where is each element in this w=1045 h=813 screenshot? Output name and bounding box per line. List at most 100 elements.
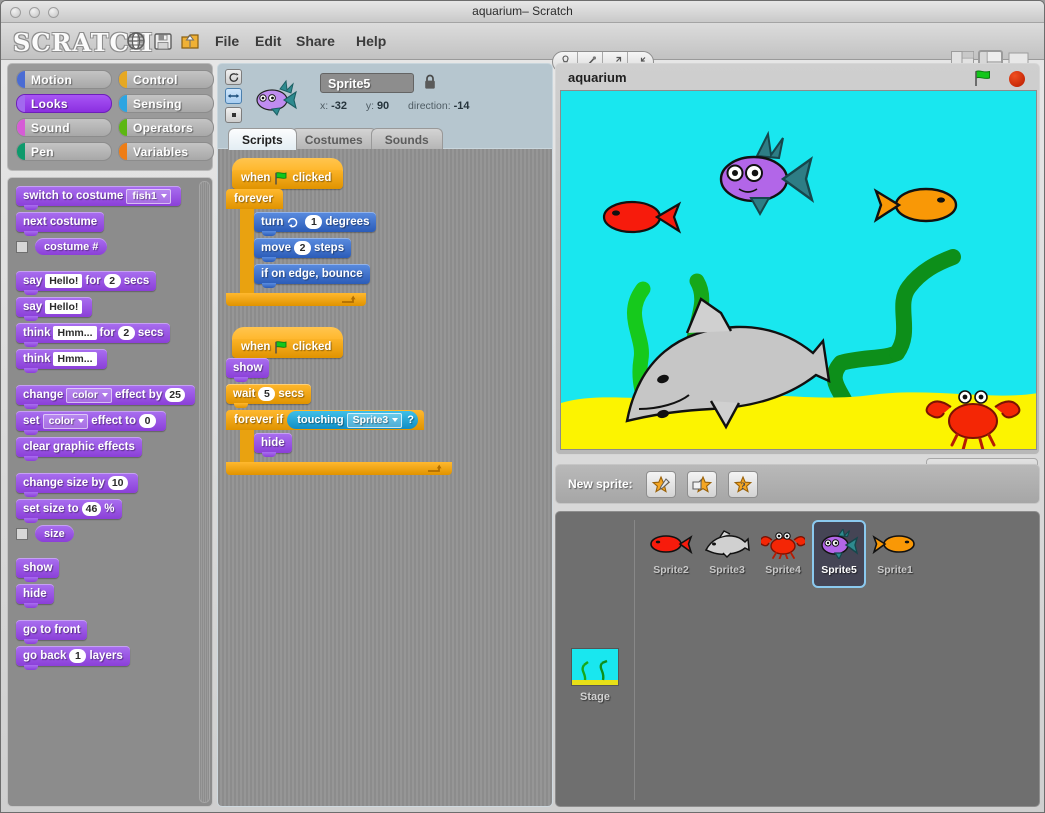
hat-when-green-flag-clicked-2[interactable]: when clicked <box>232 327 344 358</box>
rotate-flip-button[interactable] <box>225 88 242 104</box>
forever-label-row[interactable]: forever <box>226 189 283 209</box>
stage-canvas[interactable] <box>560 90 1037 450</box>
change-size-input[interactable]: 10 <box>107 476 128 490</box>
category-control[interactable]: Control <box>118 70 214 89</box>
palette-scrollbar[interactable] <box>199 181 210 803</box>
palette-block-show[interactable]: show <box>16 558 60 582</box>
stage-scene <box>561 91 1036 449</box>
surprise-sprite-button[interactable]: ? <box>728 471 758 498</box>
category-sound[interactable]: Sound <box>16 118 112 137</box>
block-label: wait <box>233 388 256 400</box>
think-text-input[interactable]: Hmm... <box>53 326 97 340</box>
tab-scripts[interactable]: Scripts <box>228 128 297 150</box>
block-hide[interactable]: hide <box>254 433 292 457</box>
menu-edit[interactable]: Edit <box>255 33 281 49</box>
category-pen[interactable]: Pen <box>16 142 112 161</box>
block-show[interactable]: show <box>226 358 270 382</box>
sprite-cell-sprite1[interactable]: Sprite1 <box>868 520 922 588</box>
sprite-name-field[interactable]: Sprite5 <box>320 73 414 93</box>
go-back-layers-input[interactable]: 1 <box>69 649 87 663</box>
category-motion[interactable]: Motion <box>16 70 112 89</box>
palette-block-think[interactable]: think Hmm... <box>16 349 107 373</box>
loop-arrow-icon <box>341 295 357 307</box>
palette-block-say-for-secs[interactable]: say Hello! for 2 secs <box>16 271 157 295</box>
block-move-steps[interactable]: move 2 steps <box>254 238 352 262</box>
palette-block-clear-effects[interactable]: clear graphic effects <box>16 437 142 461</box>
costume-number-checkbox[interactable] <box>16 240 28 253</box>
palette-block-say[interactable]: say Hello! <box>16 297 93 321</box>
category-motion-swatch <box>17 71 25 88</box>
sprite-cell-sprite4[interactable]: Sprite4 <box>756 520 810 588</box>
think-text-input-2[interactable]: Hmm... <box>53 352 97 366</box>
category-sensing-label: Sensing <box>133 96 182 111</box>
menu-share[interactable]: Share <box>296 33 335 49</box>
say-text-input-2[interactable]: Hello! <box>45 300 83 314</box>
sprite-cell-sprite5[interactable]: Sprite5 <box>812 520 866 588</box>
forever-if-label-row[interactable]: forever if touching Sprite3 ? <box>226 410 424 430</box>
script-1[interactable]: when clicked forever turn 1 degrees move… <box>226 158 452 307</box>
menu-help[interactable]: Help <box>356 33 386 49</box>
forever-if-block[interactable]: forever if touching Sprite3 ? hide <box>226 410 452 475</box>
effect-dropdown-2[interactable]: color <box>42 413 89 429</box>
rotate-none-button[interactable] <box>225 107 242 123</box>
category-operators[interactable]: Operators <box>118 118 214 137</box>
scripts-area[interactable]: when clicked forever turn 1 degrees move… <box>217 149 553 807</box>
set-size-input[interactable]: 46 <box>81 502 102 516</box>
palette-block-set-size[interactable]: set size to 46 % <box>16 499 122 523</box>
palette-block-size[interactable]: size <box>35 525 74 542</box>
category-looks[interactable]: Looks <box>16 94 112 113</box>
purple-fish-icon <box>814 524 864 564</box>
rotation-style-buttons <box>225 69 242 123</box>
category-variables[interactable]: Variables <box>118 142 214 161</box>
paint-new-sprite-button[interactable] <box>646 471 676 498</box>
palette-block-hide[interactable]: hide <box>16 584 54 608</box>
block-turn-degrees[interactable]: turn 1 degrees <box>254 212 377 236</box>
palette-block-switch-costume[interactable]: switch to costume fish1 <box>16 186 181 210</box>
green-flag-button[interactable] <box>973 70 992 87</box>
sprite-cell-sprite3[interactable]: Sprite3 <box>700 520 754 588</box>
touching-target-dropdown[interactable]: Sprite3 <box>346 412 403 428</box>
costume-dropdown[interactable]: fish1 <box>126 188 171 204</box>
palette-row-costume-number: costume # <box>16 238 198 255</box>
think-secs-input[interactable]: 2 <box>117 326 135 340</box>
globe-icon[interactable] <box>126 31 146 51</box>
touching-predicate[interactable]: touching Sprite3 ? <box>287 411 418 429</box>
hat-when-green-flag-clicked-1[interactable]: when clicked <box>232 158 344 189</box>
share-icon[interactable] <box>180 31 200 51</box>
script-2[interactable]: when clicked show wait 5 secs forever if… <box>226 327 452 475</box>
forever-if-body: hide <box>240 430 292 462</box>
tab-costumes[interactable]: Costumes <box>290 128 377 150</box>
import-sprite-button[interactable] <box>687 471 717 498</box>
say-text-input[interactable]: Hello! <box>45 274 83 288</box>
effect-dropdown[interactable]: color <box>66 387 112 403</box>
forever-block[interactable]: forever turn 1 degrees move 2 steps if o… <box>226 189 377 307</box>
tab-sounds[interactable]: Sounds <box>370 128 443 150</box>
save-icon[interactable] <box>153 31 173 51</box>
rotate-free-button[interactable] <box>225 69 242 85</box>
turn-degrees-input[interactable]: 1 <box>305 215 323 229</box>
stop-button[interactable] <box>1009 71 1025 87</box>
sprite-cell-sprite2[interactable]: Sprite2 <box>644 520 698 588</box>
stage-corral-cell[interactable]: Stage <box>564 642 626 714</box>
effect-amount-input[interactable]: 25 <box>165 388 185 402</box>
size-checkbox[interactable] <box>16 527 28 540</box>
palette-block-change-effect[interactable]: change color effect by 25 <box>16 385 195 409</box>
block-if-on-edge-bounce[interactable]: if on edge, bounce <box>254 264 370 288</box>
palette-block-set-effect[interactable]: set color effect to 0 <box>16 411 167 435</box>
menu-file[interactable]: File <box>215 33 239 49</box>
wait-secs-input[interactable]: 5 <box>258 387 276 401</box>
palette-block-change-size[interactable]: change size by 10 <box>16 473 138 497</box>
lock-icon[interactable] <box>423 73 437 91</box>
move-steps-input[interactable]: 2 <box>294 241 312 255</box>
palette-block-costume-number[interactable]: costume # <box>35 238 108 255</box>
block-label-mid: effect by <box>114 389 163 401</box>
palette-block-go-to-front[interactable]: go to front <box>16 620 88 644</box>
palette-block-think-for-secs[interactable]: think Hmm... for 2 secs <box>16 323 171 347</box>
new-sprite-label: New sprite: <box>568 477 633 491</box>
palette-block-next-costume[interactable]: next costume <box>16 212 105 236</box>
effect-value-input[interactable]: 0 <box>139 414 157 428</box>
block-wait-secs[interactable]: wait 5 secs <box>226 384 311 408</box>
palette-block-go-back-layers[interactable]: go back 1 layers <box>16 646 130 670</box>
say-secs-input[interactable]: 2 <box>103 274 121 288</box>
category-sensing[interactable]: Sensing <box>118 94 214 113</box>
